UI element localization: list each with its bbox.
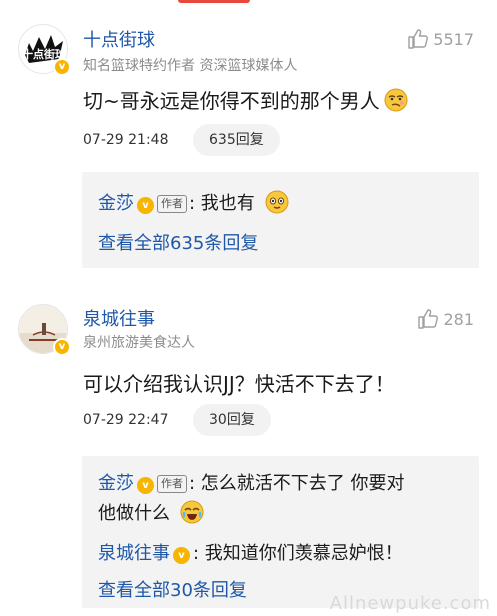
username[interactable]: 十点街球 bbox=[83, 26, 155, 52]
verified-icon: v bbox=[137, 477, 154, 494]
reply-text: 怎么就活不下去了 你要对 bbox=[200, 473, 405, 494]
timestamp: 07-29 22:47 bbox=[83, 412, 169, 428]
reply-author[interactable]: 金莎 bbox=[98, 193, 134, 214]
comment-item: v 泉城往事 泉州旅游美食达人 281 可以介绍我认识JJ？快活不下去了！ 07… bbox=[0, 292, 497, 616]
reply-box: 金莎 v 作者: 我也有 查看全部635条回复 bbox=[82, 172, 479, 268]
like-count: 281 bbox=[443, 309, 474, 329]
comment-meta: 07-29 22:47 30回复 bbox=[83, 404, 271, 436]
user-title: 知名篮球特约作者 资深篮球媒体人 bbox=[83, 58, 298, 74]
reply-text: 我也有 bbox=[200, 193, 255, 214]
reply-count-button[interactable]: 30回复 bbox=[193, 404, 271, 436]
username[interactable]: 泉城往事 bbox=[83, 305, 155, 331]
comment-body: 切~哥永远是你得不到的那个男人 bbox=[83, 89, 380, 113]
verified-icon: v bbox=[53, 58, 71, 76]
reply-author[interactable]: 金莎 bbox=[98, 473, 134, 494]
thumbs-up-icon bbox=[418, 309, 439, 329]
verified-icon: v bbox=[137, 197, 154, 214]
watermark: Allnewpuke.com bbox=[329, 593, 491, 614]
comment-text: 切~哥永远是你得不到的那个男人 bbox=[83, 85, 408, 114]
reply-text: 我知道你们羡慕忌妒恨！ bbox=[204, 543, 403, 564]
author-tag: 作者 bbox=[157, 195, 187, 213]
reply-count-button[interactable]: 635回复 bbox=[193, 124, 280, 156]
like-button[interactable]: 5517 bbox=[407, 28, 474, 50]
view-all-replies-link[interactable]: 查看全部30条回复 bbox=[98, 576, 247, 602]
reply-box: 金莎 v 作者: 怎么就活不下去了 你要对 他做什么 泉城往事 v: 我知道你们羡慕忌… bbox=[82, 456, 479, 608]
comment-body: 可以介绍我认识JJ？快活不下去了！ bbox=[83, 372, 395, 396]
avatar[interactable]: 十点街球 v bbox=[18, 24, 71, 76]
timestamp: 07-29 21:48 bbox=[83, 132, 169, 148]
crying-laughing-emoji-icon bbox=[180, 500, 204, 524]
verified-icon: v bbox=[53, 338, 71, 356]
verified-icon: v bbox=[173, 547, 190, 564]
reply-text-continued: 他做什么 bbox=[98, 503, 170, 524]
author-tag: 作者 bbox=[157, 475, 187, 493]
user-title: 泉州旅游美食达人 bbox=[83, 335, 195, 351]
like-button[interactable]: 281 bbox=[417, 308, 474, 330]
happy-emoji-icon bbox=[265, 190, 289, 214]
reply-item: 金莎 v 作者: 我也有 bbox=[98, 189, 465, 219]
reply-item: 金莎 v 作者: 怎么就活不下去了 你要对 他做什么 bbox=[98, 473, 405, 524]
comment-item: 十点街球 v 十点街球 知名篮球特约作者 资深篮球媒体人 5517 切~哥永远是… bbox=[0, 0, 497, 285]
view-all-replies-link[interactable]: 查看全部635条回复 bbox=[98, 229, 258, 255]
comment-text: 可以介绍我认识JJ？快活不下去了！ bbox=[83, 368, 395, 397]
reply-item: 泉城往事 v: 我知道你们羡慕忌妒恨！ bbox=[98, 543, 403, 564]
reply-author[interactable]: 泉城往事 bbox=[98, 543, 170, 564]
avatar[interactable]: v bbox=[18, 304, 71, 356]
like-count: 5517 bbox=[433, 29, 474, 49]
smirk-emoji-icon bbox=[384, 88, 408, 111]
thumbs-up-icon bbox=[408, 29, 429, 49]
comment-meta: 07-29 21:48 635回复 bbox=[83, 124, 280, 156]
